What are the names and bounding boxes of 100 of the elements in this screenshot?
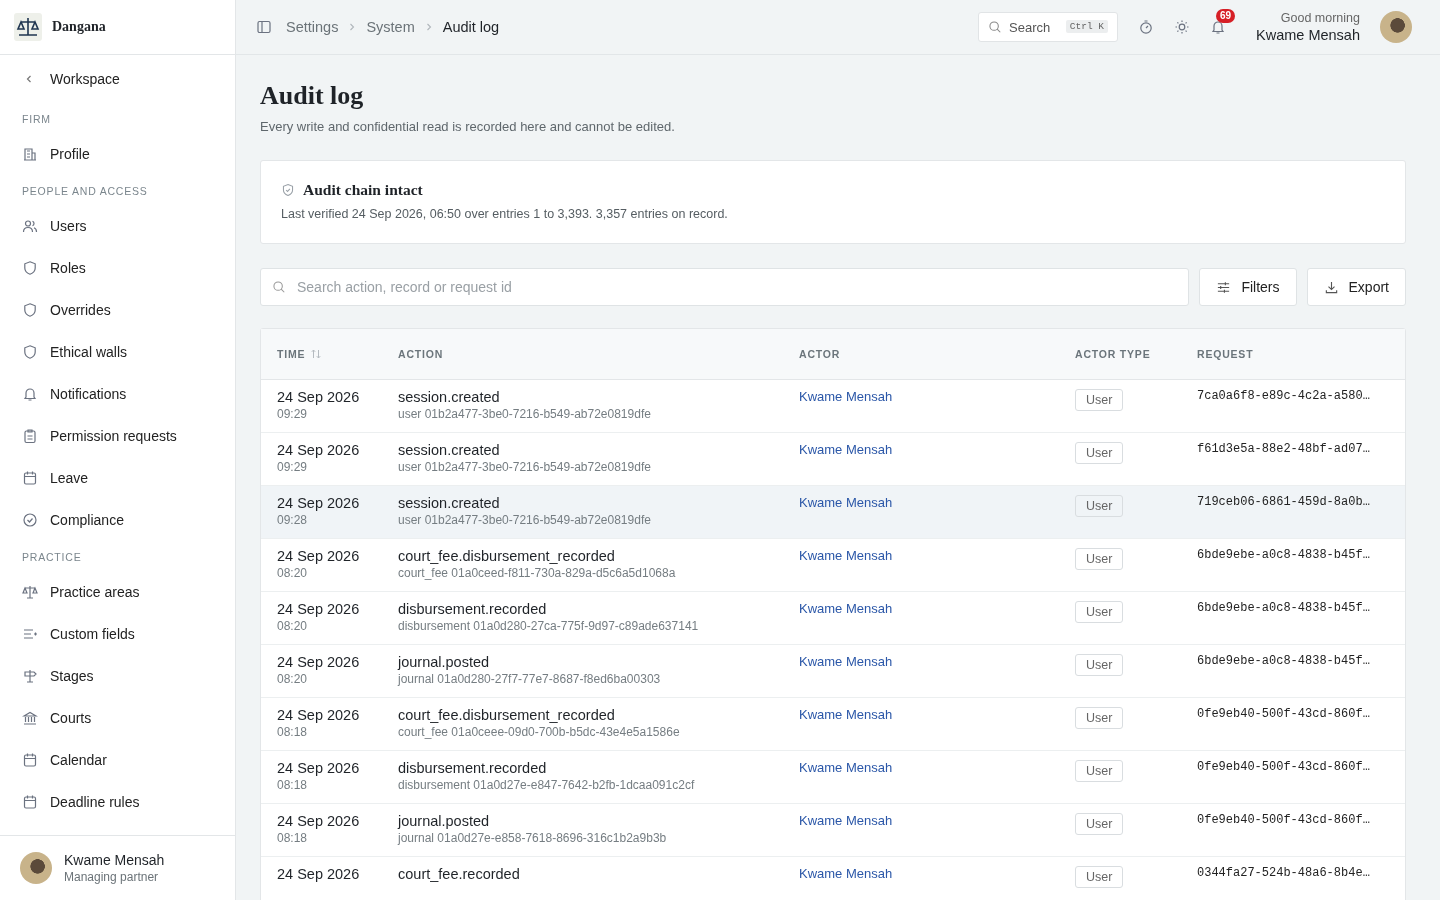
- avatar[interactable]: [1380, 11, 1412, 43]
- time-text: 08:18: [277, 831, 308, 845]
- action-name: court_fee.disbursement_recorded: [398, 548, 615, 564]
- actor-link[interactable]: Kwame Mensah: [799, 495, 893, 510]
- record-id: user 01b2a477-3be0-7216-b549-ab72e0819dfe: [398, 460, 651, 474]
- action-name: session.created: [398, 495, 500, 511]
- sidebar-item[interactable]: Custom fields: [22, 613, 235, 655]
- action-name: session.created: [398, 389, 500, 405]
- column-header: ACTION: [398, 348, 444, 360]
- filters-button[interactable]: Filters: [1199, 268, 1297, 306]
- action-name: journal.posted: [398, 654, 490, 670]
- breadcrumb-link[interactable]: System: [366, 19, 415, 35]
- time-text: 09:29: [277, 460, 308, 474]
- table-row[interactable]: 24 Sep 2026 08:20 disbursement.recorded disbursement 01a0d280-27ca-775f-9d97-c89ade637141 Kwame Mensah User 6bde9ebe-a0c8-4838-b45f…: [261, 592, 1405, 645]
- date-text: 24 Sep 2026: [277, 389, 360, 405]
- actor-type-tag: User: [1075, 866, 1124, 888]
- date-text: 24 Sep 2026: [277, 654, 360, 670]
- calendar-icon: [22, 752, 38, 768]
- date-text: 24 Sep 2026: [277, 548, 360, 564]
- bell-icon[interactable]: [1210, 19, 1227, 35]
- user-name: Kwame Mensah: [1256, 27, 1360, 43]
- actor-link[interactable]: Kwame Mensah: [799, 654, 893, 669]
- search-field[interactable]: Search action, record or request id: [260, 268, 1190, 306]
- calendar-icon: [22, 794, 38, 810]
- actor-type-tag: User: [1075, 707, 1124, 729]
- stopwatch-icon[interactable]: [1138, 19, 1155, 35]
- sidebar-item[interactable]: Deadline rules: [22, 781, 235, 823]
- sidebar-item[interactable]: Permission requests: [22, 415, 235, 457]
- actor-link[interactable]: Kwame Mensah: [799, 601, 893, 616]
- actor-link[interactable]: Kwame Mensah: [799, 442, 893, 457]
- request-id: f61d3e5a-88e2-48bf-ad07…: [1197, 442, 1370, 456]
- actor-link[interactable]: Kwame Mensah: [799, 760, 893, 775]
- action-name: session.created: [398, 442, 500, 458]
- brand-name: Dangana: [52, 19, 106, 35]
- table-row[interactable]: 24 Sep 2026 09:29 session.created user 01b2a477-3be0-7216-b549-ab72e0819dfe Kwame Mensah User 7ca0a6f8-e89c-4c2a-a580…: [261, 380, 1405, 433]
- sun-icon[interactable]: [1174, 19, 1191, 35]
- sidebar-toggle-icon[interactable]: [256, 19, 272, 35]
- request-id: 6bde9ebe-a0c8-4838-b45f…: [1197, 548, 1370, 562]
- time-text: 09:28: [277, 513, 308, 527]
- page-subtitle: Every write and confidential read is recorded here and cannot be edited.: [260, 119, 676, 134]
- sidebar-item[interactable]: Leave: [22, 457, 235, 499]
- building-icon: [22, 146, 38, 162]
- time-text: 09:29: [277, 407, 308, 421]
- sidebar-item[interactable]: Compliance: [22, 499, 235, 541]
- actor-type-tag: User: [1075, 654, 1124, 676]
- actor-link[interactable]: Kwame Mensah: [799, 813, 893, 828]
- calendar-icon: [22, 470, 38, 486]
- record-id: court_fee 01a0ceee-09d0-700b-b5dc-43e4e5a1586e: [398, 725, 680, 739]
- export-button[interactable]: Export: [1306, 268, 1406, 306]
- sidebar-item[interactable]: Calendar: [22, 739, 235, 781]
- back-link[interactable]: Workspace: [22, 65, 235, 93]
- request-id: 6bde9ebe-a0c8-4838-b45f…: [1197, 601, 1370, 615]
- sidebar-item[interactable]: Ethical walls: [22, 331, 235, 373]
- table-row[interactable]: 24 Sep 2026 08:20 journal.posted journal 01a0d280-27f7-77e7-8687-f8ed6ba00303 Kwame Mensah User 6bde9ebe-a0c8-4838-b45f…: [261, 645, 1405, 698]
- section-heading: PEOPLE AND ACCESS: [22, 184, 149, 199]
- date-text: 24 Sep 2026: [277, 495, 360, 511]
- sidebar-item[interactable]: Practice areas: [22, 571, 235, 613]
- sidebar-item[interactable]: Stages: [22, 655, 235, 697]
- actor-type-tag: User: [1075, 760, 1124, 782]
- download-icon: [1323, 279, 1339, 295]
- sidebar-item[interactable]: Roles: [22, 247, 235, 289]
- actor-link[interactable]: Kwame Mensah: [799, 707, 893, 722]
- actor-type-tag: User: [1075, 389, 1124, 411]
- card-title: Audit chain intact: [303, 181, 423, 199]
- date-text: 24 Sep 2026: [277, 760, 360, 776]
- breadcrumb-current[interactable]: Audit log: [442, 19, 500, 35]
- sidebar-item[interactable]: Profile: [22, 133, 235, 175]
- actor-link[interactable]: Kwame Mensah: [799, 389, 893, 404]
- actor-type-tag: User: [1075, 813, 1124, 835]
- card-text: Last verified 24 Sep 2026, 06:50 over entries 1 to 3,393. 3,357 entries on record.: [281, 207, 729, 221]
- sidebar-item[interactable]: Notifications: [22, 373, 235, 415]
- sidebar-item[interactable]: Courts: [22, 697, 235, 739]
- actor-link[interactable]: Kwame Mensah: [799, 866, 893, 881]
- actor-type-tag: User: [1075, 601, 1124, 623]
- scales-logo-icon: [14, 13, 42, 41]
- record-id: court_fee 01a0ceed-f811-730a-829a-d5c6a5d1068a: [398, 566, 676, 580]
- greeting: Good morning: [1280, 11, 1360, 25]
- section-heading: PRACTICE: [22, 550, 83, 565]
- time-text: 08:20: [277, 619, 308, 633]
- table-row[interactable]: 24 Sep 2026 08:20 court_fee.disbursement_recorded court_fee 01a0ceed-f811-730a-829a-d5c6a5d1068a Kwame Mensah User 6bde9ebe-a0c8-4838-b45f…: [261, 539, 1405, 592]
- table-row[interactable]: 24 Sep 2026 court_fee.recorded Kwame Mensah User 0344fa27-524b-48a6-8b4e…: [261, 857, 1405, 900]
- table-row[interactable]: 24 Sep 2026 09:28 session.created user 01b2a477-3be0-7216-b549-ab72e0819dfe Kwame Mensah User 719ceb06-6861-459d-8a0b…: [261, 486, 1405, 539]
- action-name: journal.posted: [398, 813, 490, 829]
- date-text: 24 Sep 2026: [277, 442, 360, 458]
- table-row[interactable]: 24 Sep 2026 08:18 journal.posted journal 01a0d27e-e858-7618-8696-316c1b2a9b3b Kwame Mensah User 0fe9eb40-500f-43cd-860f…: [261, 804, 1405, 857]
- sidebar-item[interactable]: Overrides: [22, 289, 235, 331]
- request-id: 0fe9eb40-500f-43cd-860f…: [1197, 813, 1370, 827]
- action-name: disbursement.recorded: [398, 601, 547, 617]
- date-text: 24 Sep 2026: [277, 707, 360, 723]
- breadcrumb-link[interactable]: Settings: [286, 19, 339, 35]
- chevron-left-icon: [24, 74, 34, 84]
- date-text: 24 Sep 2026: [277, 866, 360, 882]
- actor-type-tag: User: [1075, 495, 1124, 517]
- user-role: Managing partner: [64, 870, 160, 884]
- table-row[interactable]: 24 Sep 2026 08:18 court_fee.disbursement_recorded court_fee 01a0ceee-09d0-700b-b5dc-43e4e5a1586e Kwame Mensah User 0fe9eb40-500f-43cd-860f…: [261, 698, 1405, 751]
- actor-link[interactable]: Kwame Mensah: [799, 548, 893, 563]
- request-id: 6bde9ebe-a0c8-4838-b45f…: [1197, 654, 1370, 668]
- sidebar-item[interactable]: Users: [22, 205, 235, 247]
- table-row[interactable]: 24 Sep 2026 08:18 disbursement.recorded disbursement 01a0d27e-e847-7642-b2fb-1dcaa091c2cf Kwame Mensah User 0fe9eb40-500f-43cd-860f…: [261, 751, 1405, 804]
- section-heading: FIRM: [22, 112, 52, 127]
